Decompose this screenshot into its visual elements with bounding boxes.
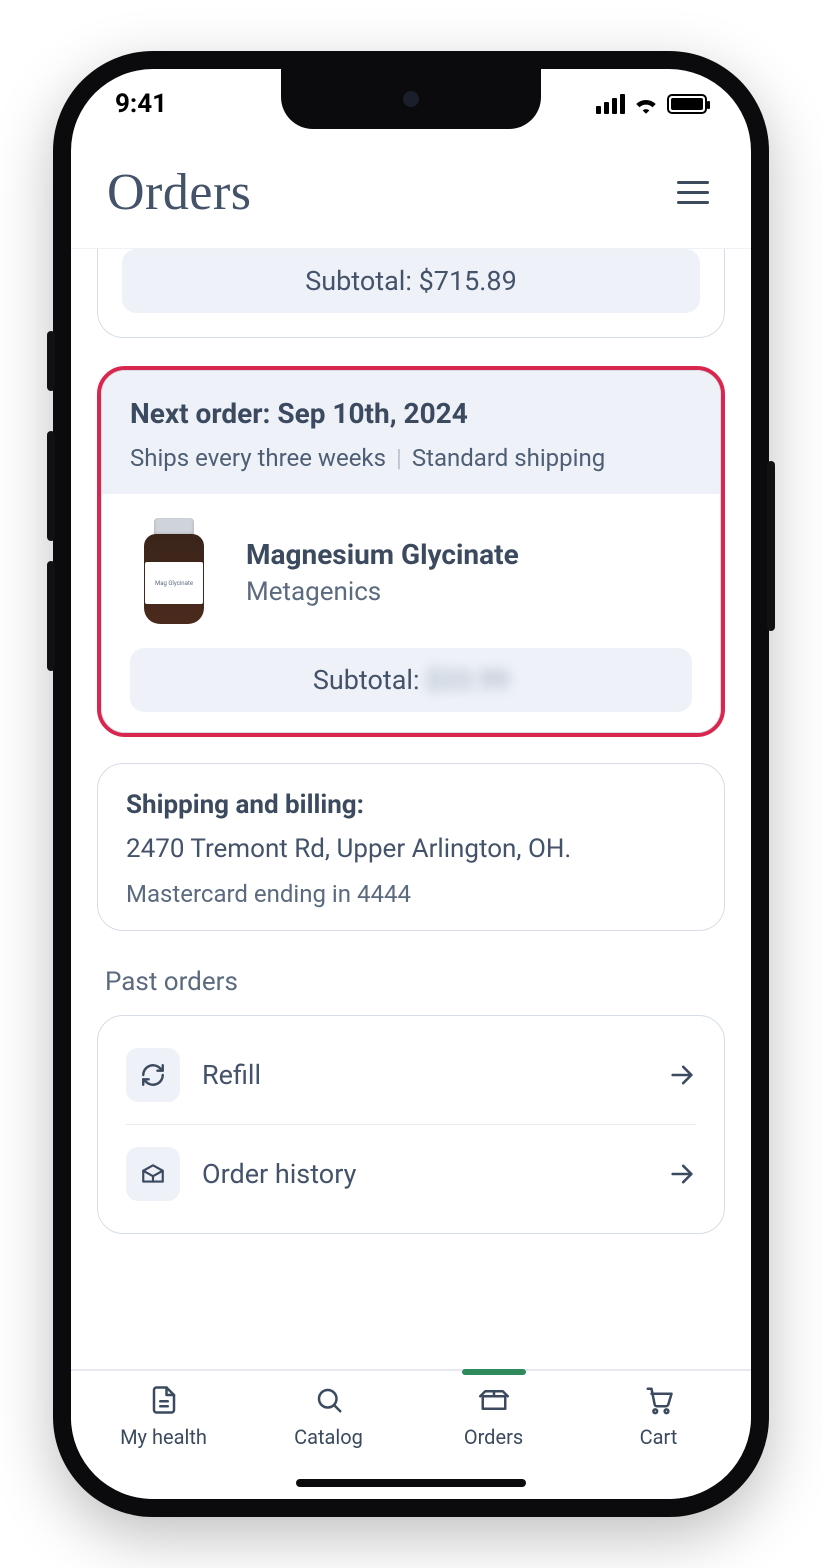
refill-label: Refill [202, 1059, 646, 1091]
search-icon [314, 1385, 344, 1415]
cart-icon [644, 1385, 674, 1415]
previous-order-card-partial: Subtotal: $715.89 [97, 249, 725, 338]
menu-icon[interactable] [671, 175, 715, 210]
home-indicator[interactable] [296, 1479, 526, 1487]
subtotal-label: Subtotal: [313, 664, 426, 696]
chevron-right-icon [668, 1160, 696, 1188]
tab-label: Catalog [294, 1425, 363, 1449]
order-history-row[interactable]: Order history [126, 1124, 696, 1223]
product-row: Mag Glycinate Magnesium Glycinate Metage… [130, 518, 692, 626]
box-open-icon [479, 1385, 509, 1415]
past-orders-label: Past orders [105, 967, 717, 997]
tab-label: Orders [464, 1425, 523, 1449]
shipping-billing-title: Shipping and billing: [126, 790, 696, 820]
tab-label: Cart [640, 1425, 678, 1449]
past-orders-list: Refill Order history [97, 1015, 725, 1234]
product-name: Magnesium Glycinate [246, 538, 519, 571]
cellular-signal-icon [596, 94, 625, 114]
document-icon [149, 1385, 179, 1415]
product-image: Mag Glycinate [130, 518, 218, 626]
tab-catalog[interactable]: Catalog [246, 1385, 411, 1449]
tab-my-health[interactable]: My health [81, 1385, 246, 1449]
payment-method: Mastercard ending in 4444 [126, 880, 696, 908]
tab-label: My health [120, 1425, 207, 1449]
divider-icon: | [396, 444, 402, 472]
subtotal-label: Subtotal: [305, 265, 418, 297]
shipping-address: 2470 Tremont Rd, Upper Arlington, OH. [126, 834, 696, 864]
page-title: Orders [107, 163, 252, 222]
next-order-title: Next order: Sep 10th, 2024 [130, 397, 692, 430]
status-time: 9:41 [115, 89, 167, 119]
tab-cart[interactable]: Cart [576, 1385, 741, 1449]
subtotal-value: $715.89 [419, 265, 517, 297]
battery-icon [667, 94, 707, 114]
subtotal-pill: Subtotal: $33.99 [130, 648, 692, 712]
subtotal-value-blurred: $33.99 [426, 664, 509, 696]
product-brand: Metagenics [246, 577, 519, 607]
wifi-icon [633, 94, 659, 114]
order-history-label: Order history [202, 1158, 646, 1190]
ship-frequency: Ships every three weeks [130, 444, 386, 472]
next-order-card[interactable]: Next order: Sep 10th, 2024 Ships every t… [97, 366, 725, 737]
tab-orders[interactable]: Orders [411, 1385, 576, 1449]
shipping-billing-card[interactable]: Shipping and billing: 2470 Tremont Rd, U… [97, 763, 725, 931]
refresh-icon [126, 1048, 180, 1102]
subtotal-pill: Subtotal: $715.89 [122, 249, 700, 313]
ship-method: Standard shipping [412, 444, 605, 472]
box-icon [126, 1147, 180, 1201]
refill-row[interactable]: Refill [126, 1026, 696, 1124]
chevron-right-icon [668, 1061, 696, 1089]
